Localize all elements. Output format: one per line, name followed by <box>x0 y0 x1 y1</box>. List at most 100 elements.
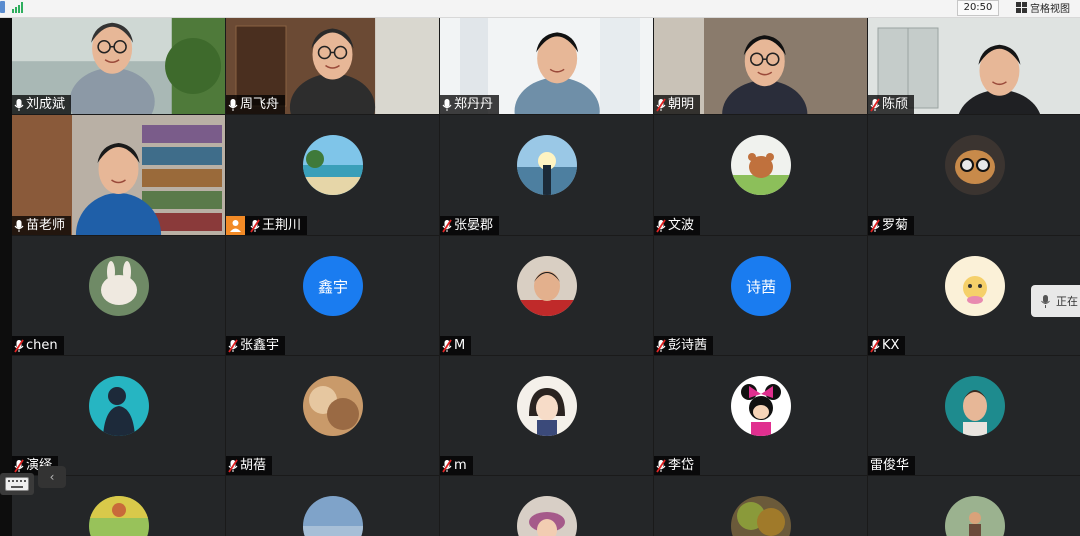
mic-muted-icon <box>250 219 260 233</box>
avatar-photo <box>945 496 1005 536</box>
participant-name-label: 朝明 <box>654 95 701 114</box>
participant-tile[interactable]: 诗茜彭诗茜 <box>654 236 867 355</box>
participant-tile[interactable]: 朝明 <box>654 18 867 114</box>
avatar-initials: 鑫宇 <box>317 277 348 296</box>
participant-name: 郑丹丹 <box>454 97 494 112</box>
avatar-photo <box>945 135 1005 195</box>
participant-name: 罗菊 <box>882 218 909 233</box>
left-edge-bar <box>0 18 12 536</box>
avatar <box>731 376 791 436</box>
participant-name-label: KX <box>868 336 906 355</box>
participant-grid: 刘成斌 周飞舟 郑丹丹 朝明 陈颀 苗老师 王荆川 张晏郡 文波 罗菊 chen 鑫宇 张鑫宇… <box>12 18 1080 536</box>
avatar-photo <box>89 376 149 436</box>
participant-name: 胡蓓 <box>240 458 267 473</box>
mic-muted-icon <box>656 98 666 112</box>
mic-muted-icon <box>870 98 880 112</box>
status-icons <box>0 1 23 13</box>
participant-name: 彭诗茜 <box>668 338 708 353</box>
mic-muted-icon <box>656 219 666 233</box>
participant-name-label: m <box>440 456 473 475</box>
avatar-photo <box>731 135 791 195</box>
avatar-photo <box>517 135 577 195</box>
mic-muted-icon <box>870 339 880 353</box>
participant-name: chen <box>26 338 58 353</box>
participant-name: 雷俊华 <box>870 458 910 473</box>
avatar <box>517 256 577 316</box>
participant-name: m <box>454 458 467 473</box>
participant-name-label: 雷俊华 <box>868 456 916 475</box>
participant-tile[interactable]: 刘成斌 <box>12 18 225 114</box>
top-bar: 20:50 宫格视图 <box>0 0 1080 18</box>
participant-name: 文波 <box>668 218 695 233</box>
keyboard-button[interactable] <box>0 473 34 495</box>
mic-muted-icon <box>656 459 666 473</box>
participant-tile[interactable]: 苗老师 <box>12 115 225 235</box>
participant-name: 李岱 <box>668 458 695 473</box>
avatar-photo <box>731 376 791 436</box>
participant-tile[interactable]: 陈颀 <box>868 18 1080 114</box>
host-person-icon <box>226 216 245 235</box>
participant-tile[interactable]: 张晏郡 <box>440 115 653 235</box>
avatar <box>517 376 577 436</box>
participant-name: 周飞舟 <box>240 97 280 112</box>
participant-name: 张晏郡 <box>454 218 494 233</box>
mic-muted-icon <box>442 339 452 353</box>
participant-tile[interactable] <box>654 476 867 536</box>
avatar: 诗茜 <box>731 256 791 316</box>
participant-name: KX <box>882 338 900 353</box>
mic-icon <box>14 98 24 112</box>
participant-name: 苗老师 <box>26 218 66 233</box>
mic-muted-icon <box>870 219 880 233</box>
participant-tile[interactable]: M <box>440 236 653 355</box>
mic-muted-icon <box>14 339 24 353</box>
grid-view-button[interactable]: 宫格视图 <box>1012 0 1074 15</box>
participant-name-label: chen <box>12 336 64 355</box>
participant-tile[interactable]: 鑫宇 张鑫宇 <box>226 236 439 355</box>
participant-tile[interactable]: 王荆川 <box>226 115 439 235</box>
participant-tile[interactable]: m <box>440 356 653 475</box>
grid-view-label: 宫格视图 <box>1030 4 1070 15</box>
chevron-left-icon: ‹ <box>49 470 55 484</box>
participant-tile[interactable]: 李岱 <box>654 356 867 475</box>
participant-name: 陈颀 <box>882 97 909 112</box>
participant-name-label: 罗菊 <box>868 216 915 235</box>
participant-name-label: 刘成斌 <box>12 95 72 114</box>
participant-tile[interactable] <box>440 476 653 536</box>
avatar <box>89 256 149 316</box>
participant-tile[interactable] <box>868 476 1080 536</box>
avatar <box>945 376 1005 436</box>
avatar-photo <box>517 496 577 536</box>
avatar-photo <box>945 376 1005 436</box>
avatar-photo <box>517 376 577 436</box>
participant-tile[interactable]: 雷俊华 <box>868 356 1080 475</box>
avatar-initials: 诗茜 <box>745 277 776 296</box>
mic-icon <box>442 98 452 112</box>
mic-muted-icon <box>656 339 666 353</box>
participant-name-label: 李岱 <box>654 456 701 475</box>
avatar <box>303 376 363 436</box>
participant-tile[interactable]: 郑丹丹 <box>440 18 653 114</box>
participant-name: 王荆川 <box>262 218 302 233</box>
participant-name-label: 胡蓓 <box>226 456 273 475</box>
participant-name-label: 张晏郡 <box>440 216 500 235</box>
mic-muted-icon <box>228 459 238 473</box>
avatar <box>303 496 363 536</box>
avatar-photo <box>945 256 1005 316</box>
avatar-photo <box>89 496 149 536</box>
participant-tile[interactable]: 演绎 <box>12 356 225 475</box>
collapse-panel-button[interactable]: ‹ <box>38 466 66 488</box>
participant-tile[interactable] <box>226 476 439 536</box>
participant-name-label: 周飞舟 <box>226 95 286 114</box>
avatar-photo <box>731 496 791 536</box>
participant-tile[interactable]: chen <box>12 236 225 355</box>
participant-name: M <box>454 338 466 353</box>
avatar <box>517 135 577 195</box>
participant-tile[interactable]: 胡蓓 <box>226 356 439 475</box>
participant-name-label: 郑丹丹 <box>440 95 500 114</box>
participant-tile[interactable]: 周飞舟 <box>226 18 439 114</box>
avatar-photo <box>89 256 149 316</box>
participant-tile[interactable]: 文波 <box>654 115 867 235</box>
participant-tile[interactable]: 罗菊 <box>868 115 1080 235</box>
avatar <box>89 496 149 536</box>
participant-name-label: 文波 <box>654 216 701 235</box>
